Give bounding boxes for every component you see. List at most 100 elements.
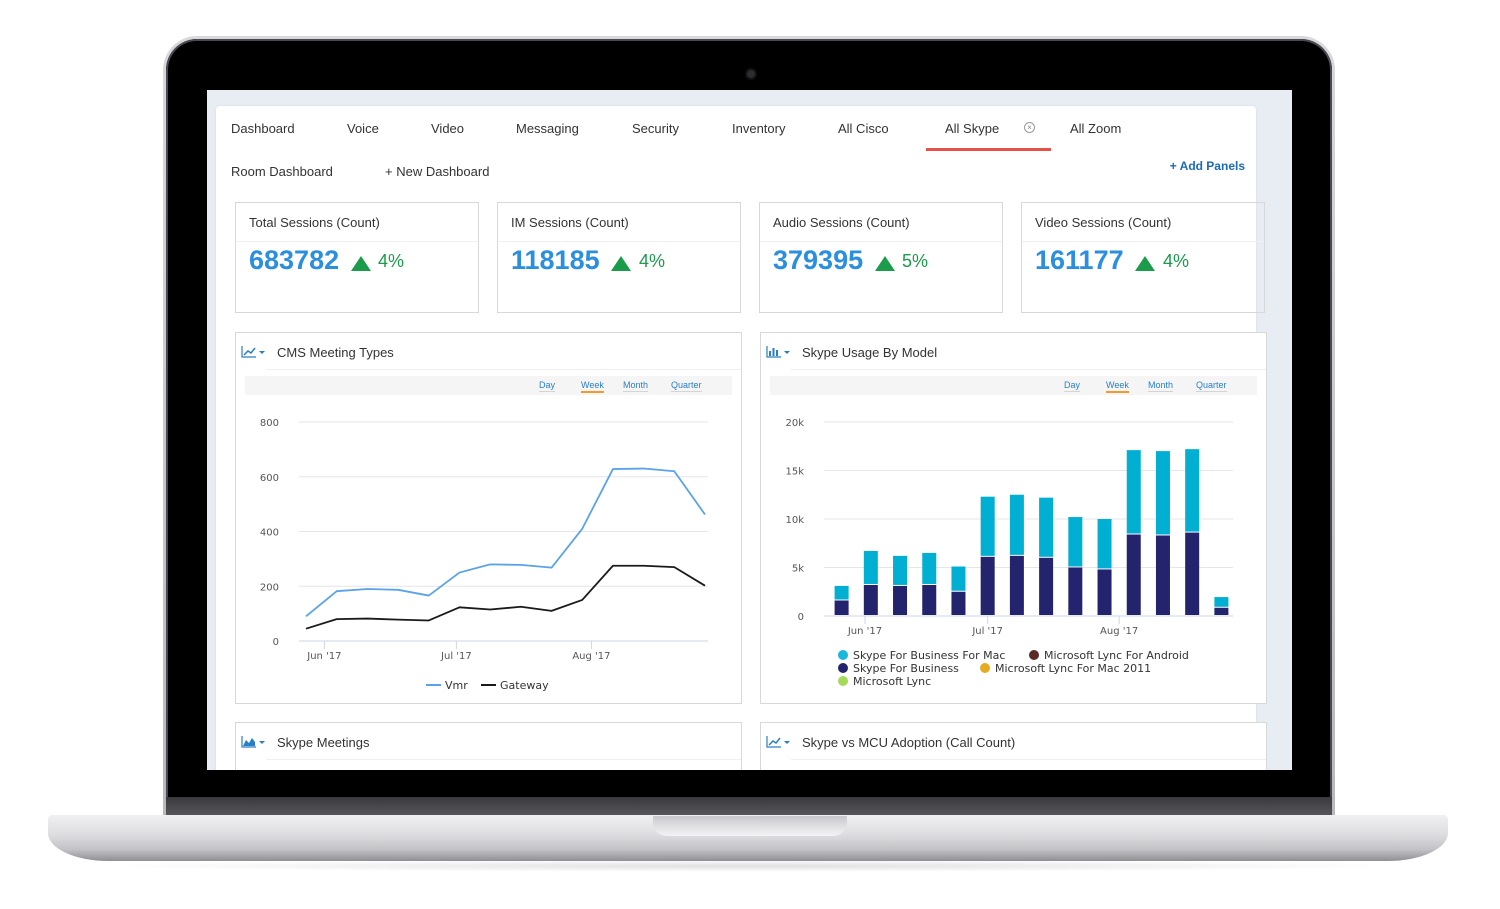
skype-usage-bar-chart: 0 5k 10k 15k 20k Jun '17 Jul '17 Aug '17 Skype F… <box>785 418 1233 688</box>
trend-up-icon <box>875 256 895 271</box>
active-tab-indicator <box>926 148 1051 151</box>
bar-chart-icon[interactable] <box>766 345 792 359</box>
range-day[interactable]: Day <box>1064 380 1081 392</box>
dashboard-card: Dashboard Voice Video Messaging Security… <box>216 106 1267 770</box>
legend-swatch <box>980 663 990 673</box>
y-tick-label: 0 <box>273 637 279 648</box>
new-dashboard-button[interactable]: + New Dashboard <box>385 164 489 179</box>
dashboard-tabs: Dashboard Voice Video Messaging Security… <box>216 106 1256 166</box>
trend-up-icon <box>1135 256 1155 271</box>
panel-title: Skype Usage By Model <box>802 345 938 360</box>
bar-segment <box>863 551 878 584</box>
panel-title: Skype vs MCU Adoption (Call Count) <box>802 735 1016 750</box>
bar-segment <box>1214 607 1229 615</box>
kpi-title: Audio Sessions (Count) <box>773 215 910 230</box>
range-week[interactable]: Week <box>581 380 604 393</box>
screen: Dashboard Voice Video Messaging Security… <box>207 90 1292 770</box>
bar-segment <box>922 584 937 615</box>
tab-room-dashboard[interactable]: Room Dashboard <box>231 164 333 179</box>
bar-segment <box>834 600 849 615</box>
time-range-selector: Day Week Month Quarter <box>770 376 1257 395</box>
bar-segment <box>1097 519 1112 569</box>
bar-segment <box>1009 494 1024 555</box>
x-tick-label: Aug '17 <box>1100 626 1138 637</box>
laptop-shadow <box>90 860 1410 872</box>
tab-all-cisco[interactable]: All Cisco <box>838 121 889 136</box>
kpi-audio-sessions: Audio Sessions (Count) 379395 5% <box>759 202 1003 313</box>
bar-segment <box>1214 597 1229 607</box>
bar-segment <box>834 585 849 600</box>
tab-voice[interactable]: Voice <box>347 121 379 136</box>
line-chart-icon[interactable] <box>766 735 792 749</box>
bar-segment <box>1097 569 1112 615</box>
kpi-title: IM Sessions (Count) <box>511 215 629 230</box>
legend-label: Skype For Business <box>853 662 959 675</box>
panel-title: CMS Meeting Types <box>277 345 394 360</box>
x-tick-label: Aug '17 <box>572 651 610 662</box>
tab-all-zoom[interactable]: All Zoom <box>1070 121 1121 136</box>
bar-segment <box>1039 557 1054 615</box>
line-chart-icon[interactable] <box>241 345 267 359</box>
kpi-video-sessions: Video Sessions (Count) 161177 4% <box>1021 202 1265 313</box>
legend-label: Vmr <box>445 679 468 692</box>
legend-label: Skype For Business For Mac <box>853 649 1005 662</box>
laptop-hinge <box>166 797 1332 815</box>
y-tick-label: 10k <box>785 515 804 526</box>
tab-messaging[interactable]: Messaging <box>516 121 579 136</box>
range-day[interactable]: Day <box>539 380 556 392</box>
x-tick-label: Jun '17 <box>847 626 882 637</box>
kpi-change: 5% <box>902 251 929 271</box>
close-tab-icon[interactable]: × <box>1024 122 1035 133</box>
bar-segment <box>1185 449 1200 532</box>
series-line-vmr <box>305 467 706 618</box>
y-tick-label: 200 <box>260 582 279 593</box>
trend-up-icon <box>611 256 631 271</box>
laptop-notch <box>653 816 847 836</box>
bar-segment <box>951 591 966 615</box>
tab-video[interactable]: Video <box>431 121 464 136</box>
bar-segment <box>893 585 908 615</box>
range-quarter[interactable]: Quarter <box>1196 380 1227 392</box>
x-tick-label: Jul '17 <box>971 626 1003 637</box>
tab-all-skype[interactable]: All Skype <box>945 121 999 136</box>
kpi-change: 4% <box>1163 251 1190 271</box>
range-quarter[interactable]: Quarter <box>671 380 702 392</box>
x-tick-label: Jun '17 <box>306 651 341 662</box>
bar-segment <box>1126 450 1141 534</box>
kpi-im-sessions: IM Sessions (Count) 118185 4% <box>497 202 741 313</box>
panel-skype-usage-by-model: Skype Usage By Model Day Week Month Quar… <box>760 332 1267 704</box>
kpi-title: Total Sessions (Count) <box>249 215 380 230</box>
range-month[interactable]: Month <box>1148 380 1174 392</box>
tab-inventory[interactable]: Inventory <box>732 121 785 136</box>
bar-segment <box>1068 567 1083 615</box>
legend-label: Gateway <box>500 679 549 692</box>
time-range-selector: Day Week Month Quarter <box>245 376 732 395</box>
kpi-change: 4% <box>639 251 666 271</box>
series-line-gateway <box>305 564 706 630</box>
bar-segment <box>1009 555 1024 615</box>
bar-segment <box>1155 451 1170 535</box>
bar-segment <box>1185 532 1200 615</box>
kpi-value: 379395 <box>773 245 864 275</box>
bar-segment <box>1068 517 1083 567</box>
y-tick-label: 20k <box>785 418 804 429</box>
kpi-title: Video Sessions (Count) <box>1035 215 1172 230</box>
area-chart-icon[interactable] <box>241 735 267 749</box>
tab-dashboard[interactable]: Dashboard <box>231 121 295 136</box>
kpi-value: 161177 <box>1035 245 1124 275</box>
x-tick-label: Jul '17 <box>440 651 472 662</box>
y-tick-label: 600 <box>260 473 279 484</box>
legend-label: Microsoft Lync <box>853 675 931 688</box>
bar-segment <box>922 552 937 584</box>
legend-label: Microsoft Lync For Mac 2011 <box>995 662 1151 675</box>
range-month[interactable]: Month <box>623 380 649 392</box>
add-panels-button[interactable]: + Add Panels <box>1170 159 1245 173</box>
laptop-mockup: Dashboard Voice Video Messaging Security… <box>0 0 1500 909</box>
bar-segment <box>863 584 878 615</box>
legend-swatch <box>1029 650 1039 660</box>
kpi-value: 118185 <box>511 245 600 275</box>
bar-segment <box>1155 535 1170 615</box>
bar-segment <box>951 566 966 591</box>
tab-security[interactable]: Security <box>632 121 679 136</box>
range-week[interactable]: Week <box>1106 380 1129 393</box>
